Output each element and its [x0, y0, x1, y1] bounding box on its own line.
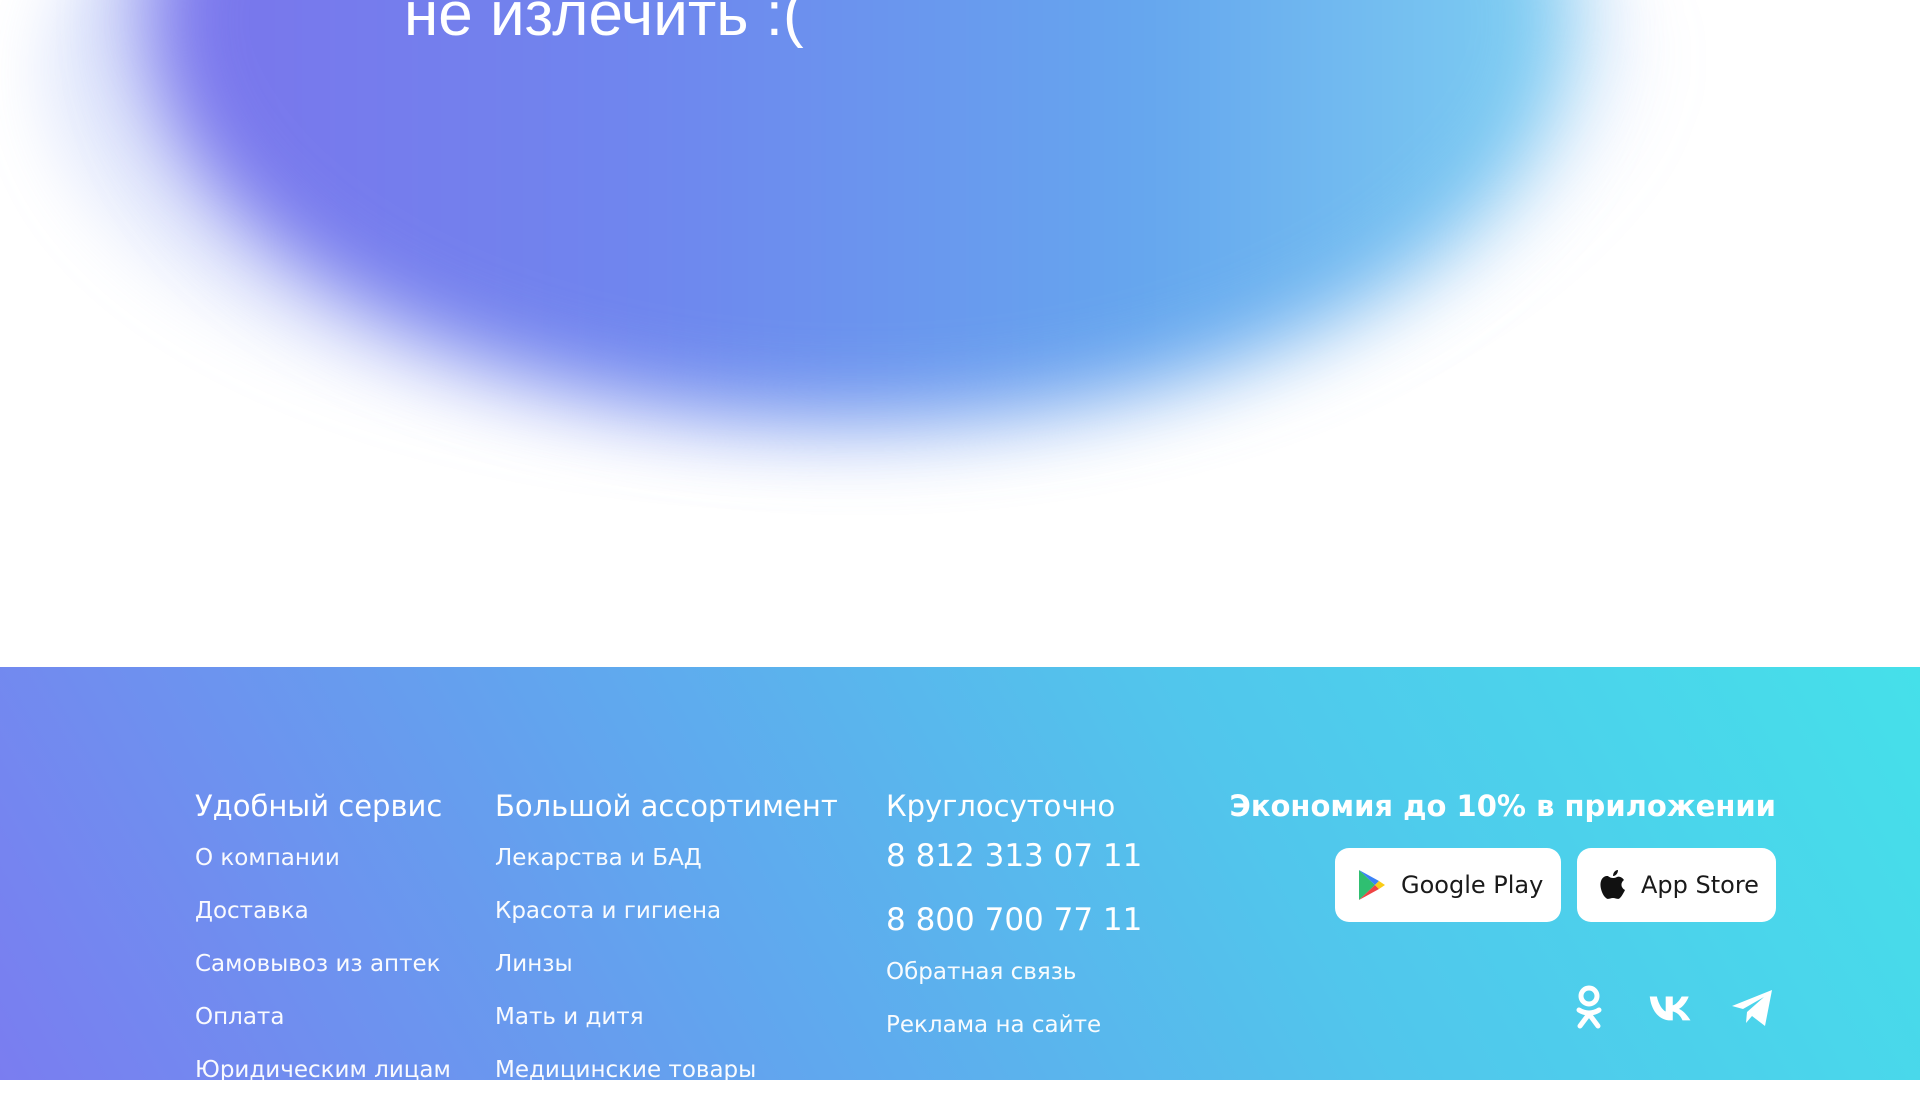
- app-store-button[interactable]: App Store: [1577, 848, 1776, 922]
- footer-link-legal-entities[interactable]: Юридическим лицам: [195, 1052, 451, 1088]
- footer-column-support: Круглосуточно 8 812 313 07 11 8 800 700 …: [886, 788, 1142, 1060]
- google-play-icon: [1357, 869, 1387, 901]
- footer-link-pickup[interactable]: Самовывоз из аптек: [195, 946, 441, 982]
- footer-link-mother-child[interactable]: Мать и дитя: [495, 999, 644, 1035]
- footer-link-list: Лекарства и БАД Красота и гигиена Линзы …: [495, 840, 838, 1088]
- footer-link-feedback[interactable]: Обратная связь: [886, 954, 1076, 990]
- telegram-icon[interactable]: [1730, 985, 1776, 1031]
- google-play-button[interactable]: Google Play: [1335, 848, 1561, 922]
- footer-link-delivery[interactable]: Доставка: [195, 893, 309, 929]
- footer-link-about[interactable]: О компании: [195, 840, 340, 876]
- footer-column-title: Круглосуточно: [886, 789, 1116, 823]
- footer-link-lenses[interactable]: Линзы: [495, 946, 573, 982]
- vk-icon[interactable]: [1648, 985, 1694, 1031]
- social-links: [1566, 985, 1776, 1031]
- app-promo-title: Экономия до 10% в приложении: [1229, 789, 1776, 823]
- apple-icon: [1599, 869, 1627, 901]
- footer-link-medicines[interactable]: Лекарства и БАД: [495, 840, 702, 876]
- error-message: не излечить :(: [404, 0, 804, 49]
- footer-link-list: Обратная связь Реклама на сайте: [886, 954, 1142, 1043]
- footer-link-medical-goods[interactable]: Медицинские товары: [495, 1052, 756, 1088]
- odnoklassniki-icon[interactable]: [1566, 985, 1612, 1031]
- footer-column-title: Большой ассортимент: [495, 789, 838, 823]
- error-hero: не излечить :(: [0, 0, 1920, 667]
- phone-link-spb[interactable]: 8 812 313 07 11: [886, 836, 1142, 876]
- footer-column-title: Удобный сервис: [195, 789, 443, 823]
- app-promo: Экономия до 10% в приложении: [1180, 788, 1776, 824]
- google-play-label: Google Play: [1401, 871, 1544, 899]
- footer-link-list: О компании Доставка Самовывоз из аптек О…: [195, 840, 451, 1088]
- footer-column-assortment: Большой ассортимент Лекарства и БАД Крас…: [495, 788, 838, 1105]
- footer-link-advertising[interactable]: Реклама на сайте: [886, 1007, 1101, 1043]
- footer-link-payment[interactable]: Оплата: [195, 999, 284, 1035]
- footer-column-service: Удобный сервис О компании Доставка Самов…: [195, 788, 451, 1105]
- app-store-buttons: Google Play App Store: [1335, 848, 1776, 922]
- phone-link-federal[interactable]: 8 800 700 77 11: [886, 900, 1142, 940]
- app-store-label: App Store: [1641, 871, 1759, 899]
- site-footer: Удобный сервис О компании Доставка Самов…: [0, 667, 1920, 1083]
- footer-link-beauty[interactable]: Красота и гигиена: [495, 893, 721, 929]
